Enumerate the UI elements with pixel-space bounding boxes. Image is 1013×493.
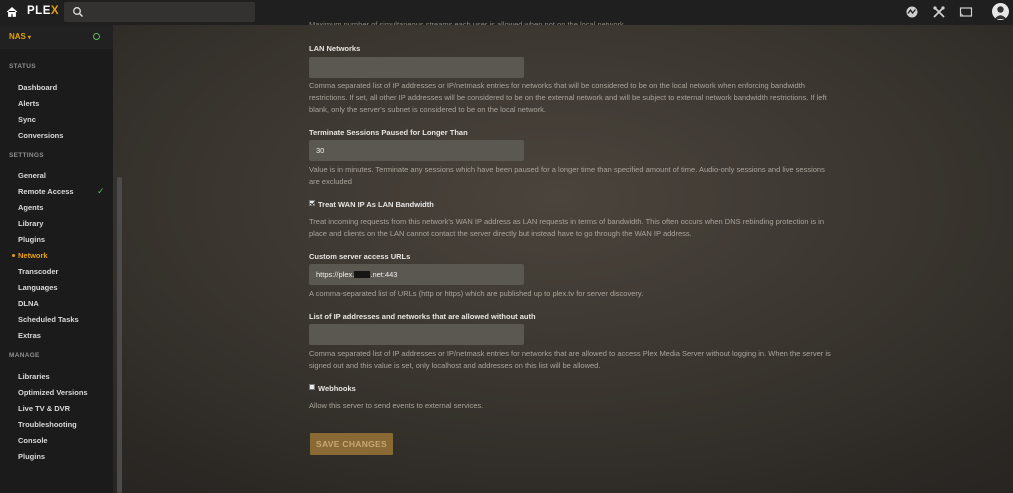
custom-urls-value-prefix: https://plex. [316,270,355,279]
terminate-sessions-label: Terminate Sessions Paused for Longer Tha… [309,128,468,137]
custom-urls-help: A comma-separated list of URLs (http or … [309,289,644,298]
activity-icon[interactable] [905,5,919,19]
webhooks-label[interactable]: Webhooks [318,384,356,393]
active-indicator [12,254,15,257]
server-status-icon [93,33,100,40]
treat-wan-checkbox[interactable] [309,200,315,206]
search-bar[interactable] [64,2,255,22]
lan-networks-input[interactable] [309,57,524,78]
sidebar-item-remote-access[interactable]: Remote Access [18,187,74,196]
home-icon[interactable] [6,6,18,18]
wrench-icon[interactable] [932,5,946,19]
search-icon [73,7,83,17]
sidebar-item-dlna[interactable]: DLNA [18,299,39,308]
sidebar-item-console[interactable]: Console [18,436,48,445]
terminate-sessions-input[interactable]: 30 [309,140,524,161]
cast-icon[interactable] [959,5,973,19]
sidebar-item-network[interactable]: Network [18,251,48,260]
treat-wan-help: Treat incoming requests from this networ… [309,217,824,238]
redacted-block [354,271,371,278]
sidebar-scrollbar[interactable] [117,177,122,493]
user-avatar[interactable] [992,3,1009,20]
section-settings: SETTINGS [9,152,44,159]
allowed-networks-help: Comma separated list of IP addresses or … [309,349,831,370]
sidebar-item-optimized-versions[interactable]: Optimized Versions [18,388,88,397]
save-changes-button[interactable]: SAVE CHANGES [310,433,393,455]
terminate-sessions-help: Value is in minutes. Terminate any sessi… [309,165,825,186]
sidebar-item-dashboard[interactable]: Dashboard [18,83,57,92]
sidebar-item-library[interactable]: Library [18,219,43,228]
custom-urls-value-suffix: .net:443 [370,270,398,279]
sidebar-item-transcoder[interactable]: Transcoder [18,267,58,276]
allowed-networks-label: List of IP addresses and networks that a… [309,312,536,321]
sidebar-item-languages[interactable]: Languages [18,283,58,292]
sidebar-item-general[interactable]: General [18,171,46,180]
treat-wan-label[interactable]: Treat WAN IP As LAN Bandwidth [318,200,434,209]
lan-networks-help: Comma separated list of IP addresses or … [309,81,827,114]
lan-networks-label: LAN Networks [309,44,361,53]
clipped-help-text: Maximum number of simultaneous streams e… [309,20,626,25]
sidebar-item-extras[interactable]: Extras [18,331,41,340]
sidebar-item-sync[interactable]: Sync [18,115,36,124]
sidebar-item-agents[interactable]: Agents [18,203,43,212]
check-icon: ✓ [97,186,105,196]
sidebar-item-conversions[interactable]: Conversions [18,131,63,140]
user-icon [994,6,1007,19]
allowed-networks-input[interactable] [309,324,524,345]
sidebar-item-manage-plugins[interactable]: Plugins [18,452,45,461]
sidebar-item-troubleshooting[interactable]: Troubleshooting [18,420,77,429]
server-selector[interactable]: NAS ▾ [0,25,113,49]
sidebar-item-libraries[interactable]: Libraries [18,372,50,381]
sidebar-item-live-tv-dvr[interactable]: Live TV & DVR [18,404,70,413]
webhooks-help: Allow this server to send events to exte… [309,401,484,410]
custom-urls-label: Custom server access URLs [309,252,411,261]
sidebar-item-plugins[interactable]: Plugins [18,235,45,244]
chevron-down-icon: ▾ [27,35,31,41]
server-name[interactable]: NAS ▾ [9,32,31,41]
custom-urls-input[interactable]: https://plex. .net:443 [309,264,524,285]
sidebar-item-scheduled-tasks[interactable]: Scheduled Tasks [18,315,79,324]
plex-logo[interactable]: PLEX [27,5,59,17]
section-manage: MANAGE [9,352,40,359]
section-status: STATUS [9,63,36,70]
sidebar-item-alerts[interactable]: Alerts [18,99,39,108]
webhooks-checkbox[interactable] [309,384,315,390]
